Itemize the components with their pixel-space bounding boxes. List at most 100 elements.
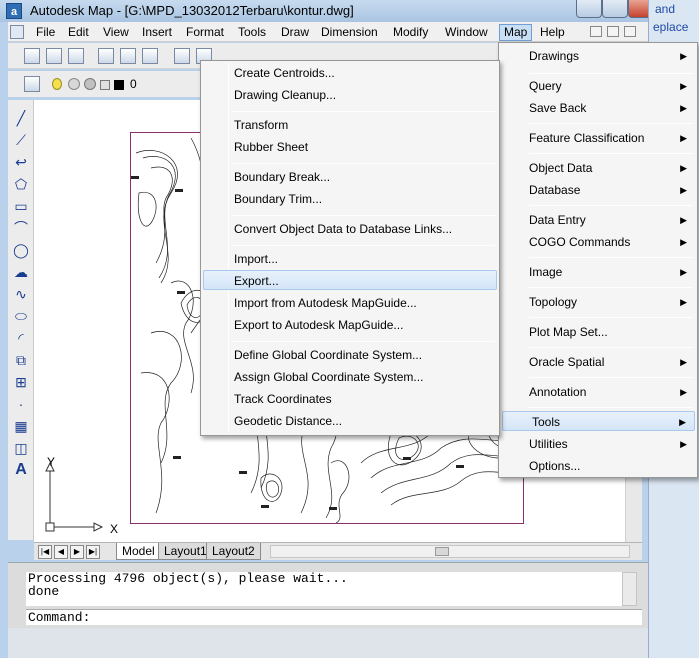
tools-assign-global-cs[interactable]: Assign Global Coordinate System... (234, 367, 423, 387)
horizontal-scrollbar[interactable] (270, 545, 630, 558)
map-menu-data-entry[interactable]: Data Entry ▶ (529, 210, 695, 230)
first-tab-button[interactable]: |◀ (38, 545, 52, 559)
ellipse-arc-icon[interactable]: ◜ (13, 330, 29, 346)
command-input[interactable]: Command: (26, 609, 642, 625)
circle-icon[interactable]: ◯ (13, 242, 29, 258)
map-menu-object-data[interactable]: Object Data ▶ (529, 158, 695, 178)
menu-separator (529, 123, 693, 124)
scroll-thumb[interactable] (435, 547, 449, 556)
hatch-icon[interactable]: ▦ (13, 418, 29, 434)
tools-transform[interactable]: Transform (234, 115, 288, 135)
lock-icon[interactable] (84, 78, 96, 90)
text-icon[interactable]: A (13, 462, 29, 478)
line-icon[interactable]: ╱ (13, 110, 29, 126)
open-icon[interactable] (46, 48, 62, 64)
freeze-icon[interactable] (68, 78, 80, 90)
menu-format[interactable]: Format (182, 24, 228, 41)
next-tab-button[interactable]: ▶ (70, 545, 84, 559)
region-icon[interactable]: ◫ (13, 440, 29, 456)
mdi-restore-button[interactable] (607, 26, 619, 37)
layer-on-icon[interactable] (52, 78, 62, 90)
menu-tools[interactable]: Tools (234, 24, 270, 41)
rectangle-icon[interactable]: ▭ (13, 198, 29, 214)
menu-draw[interactable]: Draw (277, 24, 313, 41)
app-icon[interactable]: a (6, 3, 22, 19)
tools-boundary-break[interactable]: Boundary Break... (234, 167, 330, 187)
mdi-minimize-button[interactable] (590, 26, 602, 37)
menu-insert[interactable]: Insert (138, 24, 176, 41)
polygon-icon[interactable]: ⬠ (13, 176, 29, 192)
layer-color-box[interactable] (100, 80, 110, 90)
save-icon[interactable] (68, 48, 84, 64)
menu-help[interactable]: Help (536, 24, 569, 41)
map-menu-topology[interactable]: Topology ▶ (529, 292, 695, 312)
layers-toolbar (8, 71, 208, 97)
maximize-button[interactable] (602, 0, 628, 18)
menu-separator (231, 215, 495, 216)
construction-line-icon[interactable]: ⟋ (13, 132, 29, 148)
revision-cloud-icon[interactable]: ☁ (13, 264, 29, 280)
tools-rubber-sheet[interactable]: Rubber Sheet (234, 137, 308, 157)
menu-window[interactable]: Window (441, 24, 492, 41)
map-menu-plot-map-set[interactable]: Plot Map Set... (529, 322, 695, 342)
polyline-icon[interactable]: ↩ (13, 154, 29, 170)
tab-layout2[interactable]: Layout2 (206, 543, 261, 560)
map-menu-options[interactable]: Options... (529, 456, 695, 476)
map-menu-database[interactable]: Database ▶ (529, 180, 695, 200)
tools-export-mapguide[interactable]: Export to Autodesk MapGuide... (234, 315, 403, 335)
tools-drawing-cleanup[interactable]: Drawing Cleanup... (234, 85, 336, 105)
document-icon[interactable] (10, 25, 24, 39)
point-icon[interactable]: · (13, 396, 29, 412)
new-icon[interactable] (24, 48, 40, 64)
menu-edit[interactable]: Edit (64, 24, 93, 41)
spline-icon[interactable]: ∿ (13, 286, 29, 302)
tools-track-coordinates[interactable]: Track Coordinates (234, 389, 332, 409)
menu-modify[interactable]: Modify (389, 24, 432, 41)
tools-boundary-trim[interactable]: Boundary Trim... (234, 189, 322, 209)
minimize-button[interactable] (576, 0, 602, 18)
map-menu-image[interactable]: Image ▶ (529, 262, 695, 282)
menu-separator (529, 257, 693, 258)
map-menu-label: Utilities (529, 437, 568, 451)
map-menu-tools[interactable]: Tools ▶ (502, 411, 695, 431)
mdi-close-button[interactable] (624, 26, 636, 37)
menu-file[interactable]: File (32, 24, 59, 41)
prev-tab-button[interactable]: ◀ (54, 545, 68, 559)
menu-dimension[interactable]: Dimension (317, 24, 382, 41)
map-menu-save-back[interactable]: Save Back ▶ (529, 98, 695, 118)
print-icon[interactable] (98, 48, 114, 64)
current-layer-name[interactable]: 0 (130, 77, 137, 91)
tools-convert-object-data[interactable]: Convert Object Data to Database Links... (234, 219, 452, 239)
tab-model[interactable]: Model (116, 543, 161, 560)
insert-block-icon[interactable]: ⧉ (13, 352, 29, 368)
make-block-icon[interactable]: ⊞ (13, 374, 29, 390)
layer-manager-icon[interactable] (24, 76, 40, 92)
submenu-arrow-icon: ▶ (680, 267, 687, 277)
command-scrollbar[interactable] (622, 572, 637, 606)
ucs-x-label: X (110, 522, 119, 536)
last-tab-button[interactable]: ▶| (86, 545, 100, 559)
menu-view[interactable]: View (99, 24, 133, 41)
map-menu-query[interactable]: Query ▶ (529, 76, 695, 96)
map-menu-cogo-commands[interactable]: COGO Commands ▶ (529, 232, 695, 252)
tools-export[interactable]: Export... (203, 270, 497, 290)
map-menu-feature-classification[interactable]: Feature Classification ▶ (529, 128, 695, 148)
tools-import-mapguide[interactable]: Import from Autodesk MapGuide... (234, 293, 417, 313)
ellipse-icon[interactable]: ⬭ (13, 308, 29, 324)
preview-icon[interactable] (120, 48, 136, 64)
map-menu-label: Database (529, 183, 581, 197)
tab-layout1[interactable]: Layout1 (158, 543, 213, 560)
map-menu-oracle-spatial[interactable]: Oracle Spatial ▶ (529, 352, 695, 372)
tools-geodetic-distance[interactable]: Geodetic Distance... (234, 411, 342, 431)
tools-import[interactable]: Import... (234, 249, 278, 269)
map-menu-label: Drawings (529, 49, 580, 63)
map-menu-utilities[interactable]: Utilities ▶ (529, 434, 695, 454)
menu-map[interactable]: Map (499, 24, 533, 41)
tools-create-centroids[interactable]: Create Centroids... (234, 63, 335, 83)
map-menu-annotation[interactable]: Annotation ▶ (529, 382, 695, 402)
tools-define-global-cs[interactable]: Define Global Coordinate System... (234, 345, 422, 365)
arc-icon[interactable]: ⌒ (13, 220, 29, 236)
map-menu-drawings[interactable]: Drawings ▶ (529, 46, 695, 66)
publish-icon[interactable] (142, 48, 158, 64)
cut-icon[interactable] (174, 48, 190, 64)
